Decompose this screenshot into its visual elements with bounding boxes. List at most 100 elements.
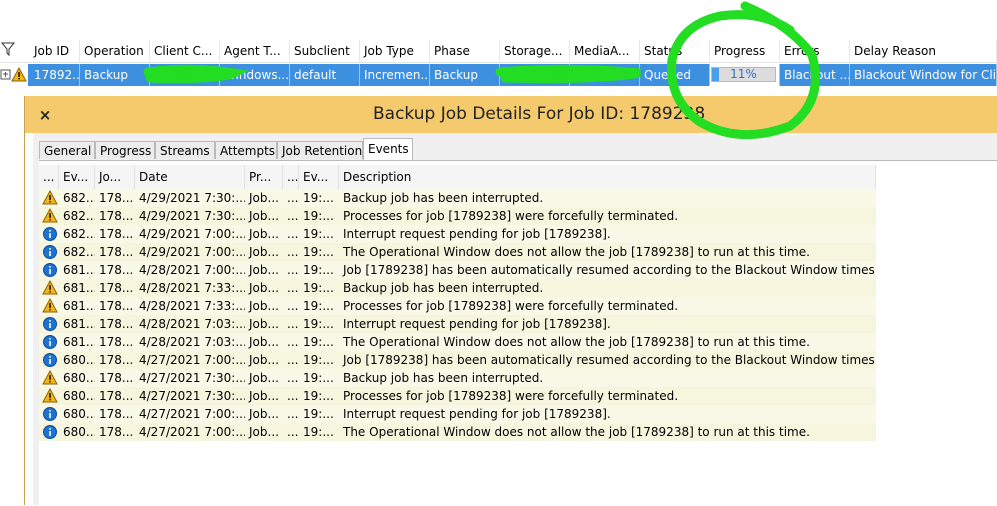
warning-icon [42, 279, 58, 296]
tab-progress[interactable]: Progress [95, 141, 155, 159]
dialog-titlebar[interactable]: × Backup Job Details For Job ID: 1789238 [25, 96, 997, 133]
col-operation[interactable]: Operation [80, 40, 150, 62]
event-program: Job... [249, 407, 279, 421]
info-icon [42, 424, 58, 440]
event-extra: ... [287, 317, 299, 331]
list-item[interactable]: 681... 178... 4/28/2021 7:33:... Job...... 1… [39, 279, 876, 297]
col-storage[interactable]: Storage... [500, 40, 570, 62]
list-item[interactable]: 680... 178... 4/27/2021 7:30:... Job...... 1… [39, 369, 876, 387]
event-date: 4/27/2021 7:00:... [139, 425, 245, 439]
event-id: 680... [63, 425, 95, 439]
event-extra: ... [287, 209, 299, 223]
list-item[interactable]: 681... 178... 4/28/2021 7:03:... Job...... 1… [39, 315, 876, 333]
event-code: 19:... [303, 227, 334, 241]
list-item[interactable]: 680... 178... 4/27/2021 7:00:... Job...... 1… [39, 405, 876, 423]
event-job: 178... [99, 227, 134, 241]
tab-attempts[interactable]: Attempts [215, 141, 277, 159]
tab-events[interactable]: Events [363, 138, 413, 160]
event-date: 4/28/2021 7:03:... [139, 317, 245, 331]
cell-operation: Backup [80, 64, 150, 86]
event-job: 178... [99, 191, 134, 205]
list-item[interactable]: 681... 178... 4/28/2021 7:00:... Job...... 1… [39, 261, 876, 279]
event-code: 19:... [303, 335, 334, 349]
col-job-id[interactable]: Job ID [30, 40, 80, 62]
col-client[interactable]: Client C... [150, 40, 220, 62]
col-program[interactable]: Pr... [245, 165, 283, 189]
filter-icon[interactable] [0, 40, 26, 62]
cell-media-agent [570, 64, 640, 86]
event-id: 680... [63, 389, 95, 403]
event-code: 19:... [303, 281, 334, 295]
close-icon[interactable]: × [37, 107, 53, 123]
warning-icon [42, 207, 58, 224]
event-extra: ... [287, 245, 299, 259]
event-description: Backup job has been interrupted. [343, 191, 544, 205]
tab-job-retention[interactable]: Job Retention [277, 141, 363, 159]
event-date: 4/29/2021 7:30:... [139, 209, 245, 223]
event-code: 19:... [303, 299, 334, 313]
list-item[interactable]: 680... 178... 4/27/2021 7:00:... Job...... 1… [39, 423, 876, 441]
col-date[interactable]: Date [135, 165, 245, 189]
list-item[interactable]: 681... 178... 4/28/2021 7:03:... Job...... 1… [39, 333, 876, 351]
event-id: 681... [63, 335, 95, 349]
event-id: 680... [63, 371, 95, 385]
event-date: 4/27/2021 7:00:... [139, 407, 245, 421]
event-extra: ... [287, 425, 299, 439]
event-program: Job... [249, 371, 279, 385]
col-progress[interactable]: Progress [710, 40, 780, 62]
cell-subclient: default [290, 64, 360, 86]
event-description: Processes for job [1789238] were forcefu… [343, 299, 679, 313]
list-item[interactable]: 682... 178... 4/29/2021 7:00:... Job...... 1… [39, 243, 876, 261]
dialog-body: General Progress Streams Attempts Job Re… [33, 133, 997, 506]
info-icon [42, 406, 58, 422]
event-code: 19:... [303, 389, 334, 403]
col-event-code[interactable]: Ev... [299, 165, 339, 189]
progress-text: 11% [730, 67, 757, 81]
event-program: Job... [249, 353, 279, 367]
event-program: Job... [249, 227, 279, 241]
event-description: Job [1789238] has been automatically res… [343, 353, 876, 367]
col-event-id[interactable]: Ev... [59, 165, 95, 189]
event-description: Backup job has been interrupted. [343, 371, 544, 385]
list-item[interactable]: 680... 178... 4/27/2021 7:30:... Job...... 1… [39, 387, 876, 405]
list-item[interactable]: 682... 178... 4/29/2021 7:00:... Job...... 1… [39, 225, 876, 243]
event-code: 19:... [303, 245, 334, 259]
table-row[interactable]: 17892... Backup Windows... default Incre… [0, 64, 997, 86]
event-program: Job... [249, 263, 279, 277]
col-job[interactable]: Jo... [95, 165, 135, 189]
cell-phase: Backup [430, 64, 500, 86]
col-phase[interactable]: Phase [430, 40, 500, 62]
event-job: 178... [99, 245, 134, 259]
list-item[interactable]: 682... 178... 4/29/2021 7:30:... Job...... 1… [39, 189, 876, 207]
cell-job-type: Incremen... [360, 64, 430, 86]
col-errors[interactable]: Errors [780, 40, 850, 62]
event-job: 178... [99, 299, 134, 313]
tab-streams[interactable]: Streams [155, 141, 215, 159]
col-subclient[interactable]: Subclient [290, 40, 360, 62]
warning-icon [42, 369, 58, 386]
col-extra[interactable]: ... [283, 165, 299, 189]
event-job: 178... [99, 389, 134, 403]
event-job: 178... [99, 371, 134, 385]
col-severity[interactable]: ... [39, 165, 59, 189]
col-job-type[interactable]: Job Type [360, 40, 430, 62]
event-job: 178... [99, 317, 134, 331]
col-media-agent[interactable]: MediaA... [570, 40, 640, 62]
event-extra: ... [287, 263, 299, 277]
col-description[interactable]: Description [339, 165, 876, 189]
event-id: 681... [63, 299, 95, 313]
event-program: Job... [249, 389, 279, 403]
event-id: 682... [63, 227, 95, 241]
event-code: 19:... [303, 191, 334, 205]
tab-general[interactable]: General [39, 141, 95, 159]
info-icon [42, 334, 58, 350]
event-job: 178... [99, 281, 134, 295]
col-status[interactable]: Status [640, 40, 710, 62]
col-delay-reason[interactable]: Delay Reason [850, 40, 997, 62]
event-extra: ... [287, 299, 299, 313]
col-agent-type[interactable]: Agent T... [220, 40, 290, 62]
list-item[interactable]: 680... 178... 4/27/2021 7:00:... Job...... 1… [39, 351, 876, 369]
list-item[interactable]: 682... 178... 4/29/2021 7:30:... Job...... 1… [39, 207, 876, 225]
event-code: 19:... [303, 425, 334, 439]
list-item[interactable]: 681... 178... 4/28/2021 7:33:... Job...... 1… [39, 297, 876, 315]
